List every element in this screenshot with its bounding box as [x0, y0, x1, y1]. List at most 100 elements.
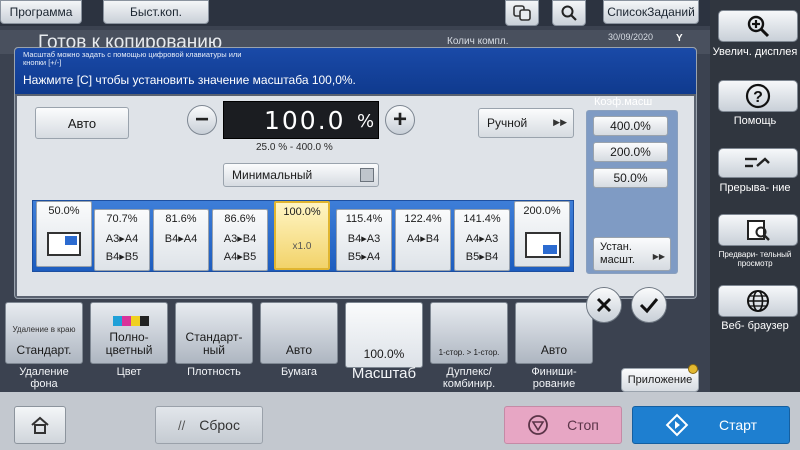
preset-86-6-value: 86.6% — [224, 213, 256, 225]
start-icon — [665, 413, 689, 437]
preset-122-4[interactable]: 122.4% A4▸B4 — [395, 209, 451, 271]
home-button[interactable] — [14, 406, 66, 444]
preset-70-7[interactable]: 70.7% A3▸A4 B4▸B5 — [94, 209, 150, 271]
help-button[interactable]: ? — [718, 80, 798, 112]
interrupt-button[interactable] — [718, 148, 798, 178]
decrease-button[interactable]: − — [187, 105, 217, 135]
toner-indicator: Y — [676, 33, 683, 44]
preset-86-6-line1: A3▸B4 — [223, 233, 257, 245]
preview-icon — [747, 220, 770, 241]
reduce-icon — [47, 232, 81, 256]
manual-label: Ручной — [487, 116, 528, 130]
preset-200-value: 200.0% — [523, 205, 561, 217]
auto-zoom-button[interactable]: Авто — [35, 107, 129, 139]
preset-86-6-line2: A4▸B5 — [223, 251, 257, 263]
preset-115-4-line1: B4▸A3 — [347, 233, 381, 245]
reset-label: Сброс — [199, 417, 240, 433]
search-icon — [561, 5, 577, 21]
edge-erase-small-label: Удаление в краю — [12, 325, 76, 334]
help-icon: ? — [745, 83, 771, 109]
paper-label: Бумага — [281, 366, 317, 378]
job-list-button[interactable]: СписокЗаданий — [603, 0, 699, 24]
preset-50[interactable]: 50.0% — [36, 201, 92, 267]
right-sidebar: Увелич. дисплея ? Помощь Прерыва- ние Пр… — [710, 0, 800, 392]
duplex-tile[interactable]: 1-стор. > 1-стор. — [430, 302, 508, 364]
minimal-checkbox[interactable] — [360, 168, 374, 182]
search-button[interactable] — [552, 0, 586, 26]
minimal-label: Минимальный — [232, 168, 313, 182]
background-removal-value: Стандарт. — [16, 343, 72, 357]
preview-label: Предвари- тельный просмотр — [718, 250, 792, 268]
preset-200[interactable]: 200.0% — [514, 201, 570, 267]
zoom-value: 100.0 — [264, 106, 346, 135]
preset-100-line1: x1.0 — [292, 241, 312, 252]
finishing-label: Финиши- рование — [531, 366, 577, 390]
increase-button[interactable]: + — [385, 105, 415, 135]
preset-122-4-line1: A4▸B4 — [406, 233, 440, 245]
ratio-400[interactable]: 400.0% — [593, 116, 668, 136]
preset-115-4-line2: B5▸A4 — [347, 251, 381, 263]
preset-141-4-line2: B5▸B4 — [465, 251, 499, 263]
finishing-tile[interactable]: Авто — [515, 302, 593, 364]
close-icon — [596, 297, 612, 313]
color-tile[interactable]: Полно- цветный — [90, 302, 168, 364]
preset-141-4[interactable]: 141.4% A4▸A3 B5▸B4 — [454, 209, 510, 271]
zoom-tile-value: 100.0% — [363, 347, 405, 361]
background-removal-tile[interactable]: Удаление в краю Стандарт. — [5, 302, 83, 364]
plus-icon: + — [392, 106, 407, 133]
preview-button[interactable] — [718, 214, 798, 246]
top-bar: Программа Быст.коп. СписокЗаданий — [0, 0, 710, 26]
user-box-button[interactable] — [505, 0, 539, 26]
finishing-value: Авто — [540, 343, 568, 357]
preset-81-6[interactable]: 81.6% B4▸A4 — [153, 209, 209, 271]
enlarge-icon — [525, 232, 561, 258]
density-tile[interactable]: Стандарт- ный — [175, 302, 253, 364]
ratio-200[interactable]: 200.0% — [593, 142, 668, 162]
minimal-button[interactable]: Минимальный — [223, 163, 379, 187]
zoom-ratio-title: Коэф.масш — [594, 96, 653, 108]
stop-button[interactable]: Стоп — [504, 406, 622, 444]
background-removal-label: Удаление фона — [19, 366, 69, 390]
preset-100[interactable]: 100.0% x1.0 — [274, 201, 330, 270]
color-label: Цвет — [116, 366, 142, 378]
globe-icon — [747, 290, 769, 312]
stop-icon — [528, 415, 549, 435]
double-arrow-icon-2: ▶▶ — [652, 252, 665, 261]
preset-70-7-value: 70.7% — [106, 213, 138, 225]
preset-81-6-line1: B4▸A4 — [164, 233, 198, 245]
preset-115-4[interactable]: 115.4% B4▸A3 B5▸A4 — [336, 209, 392, 271]
check-icon — [639, 298, 659, 314]
zoom-display-button[interactable] — [718, 10, 798, 42]
start-button[interactable]: Старт — [632, 406, 790, 444]
quick-copy-button[interactable]: Быст.коп. — [103, 0, 209, 24]
stop-label: Стоп — [567, 417, 599, 433]
preset-86-6[interactable]: 86.6% A3▸B4 A4▸B5 — [212, 209, 268, 271]
ok-button[interactable] — [631, 287, 667, 323]
application-button[interactable]: Приложение — [621, 368, 699, 392]
color-value: Полно- цветный — [105, 330, 153, 357]
date-label: 30/09/2020 — [608, 32, 654, 42]
reset-button[interactable]: // Сброс — [155, 406, 263, 444]
zoom-display-label: Увелич. дисплея — [712, 46, 798, 58]
duplex-label: Дуплекс/ комбинир. — [442, 366, 496, 390]
duplex-value: 1-стор. > 1-стор. — [438, 348, 500, 357]
reset-icon: // — [178, 417, 186, 433]
preset-70-7-line2: B4▸B5 — [105, 251, 139, 263]
magnifier-plus-icon — [747, 15, 770, 38]
paper-tile[interactable]: Авто — [260, 302, 338, 364]
preset-81-6-value: 81.6% — [165, 213, 197, 225]
cancel-button[interactable] — [586, 287, 622, 323]
start-label: Старт — [718, 417, 758, 433]
density-label: Плотность — [187, 366, 241, 378]
set-scale-button[interactable]: Устан. масшт. ▶▶ — [593, 237, 671, 271]
web-browser-label: Веб- браузер — [721, 320, 789, 332]
web-browser-button[interactable] — [718, 285, 798, 317]
manual-button[interactable]: Ручной ▶▶ — [478, 108, 574, 138]
zoom-tile[interactable]: 100.0% — [345, 302, 423, 368]
program-button[interactable]: Программа — [0, 0, 82, 24]
zoom-value-display: 100.0 % — [223, 101, 379, 139]
application-indicator — [688, 364, 698, 374]
ratio-50[interactable]: 50.0% — [593, 168, 668, 188]
set-scale-label: Устан. масшт. — [600, 241, 635, 266]
density-value: Стандарт- ный — [185, 330, 243, 357]
